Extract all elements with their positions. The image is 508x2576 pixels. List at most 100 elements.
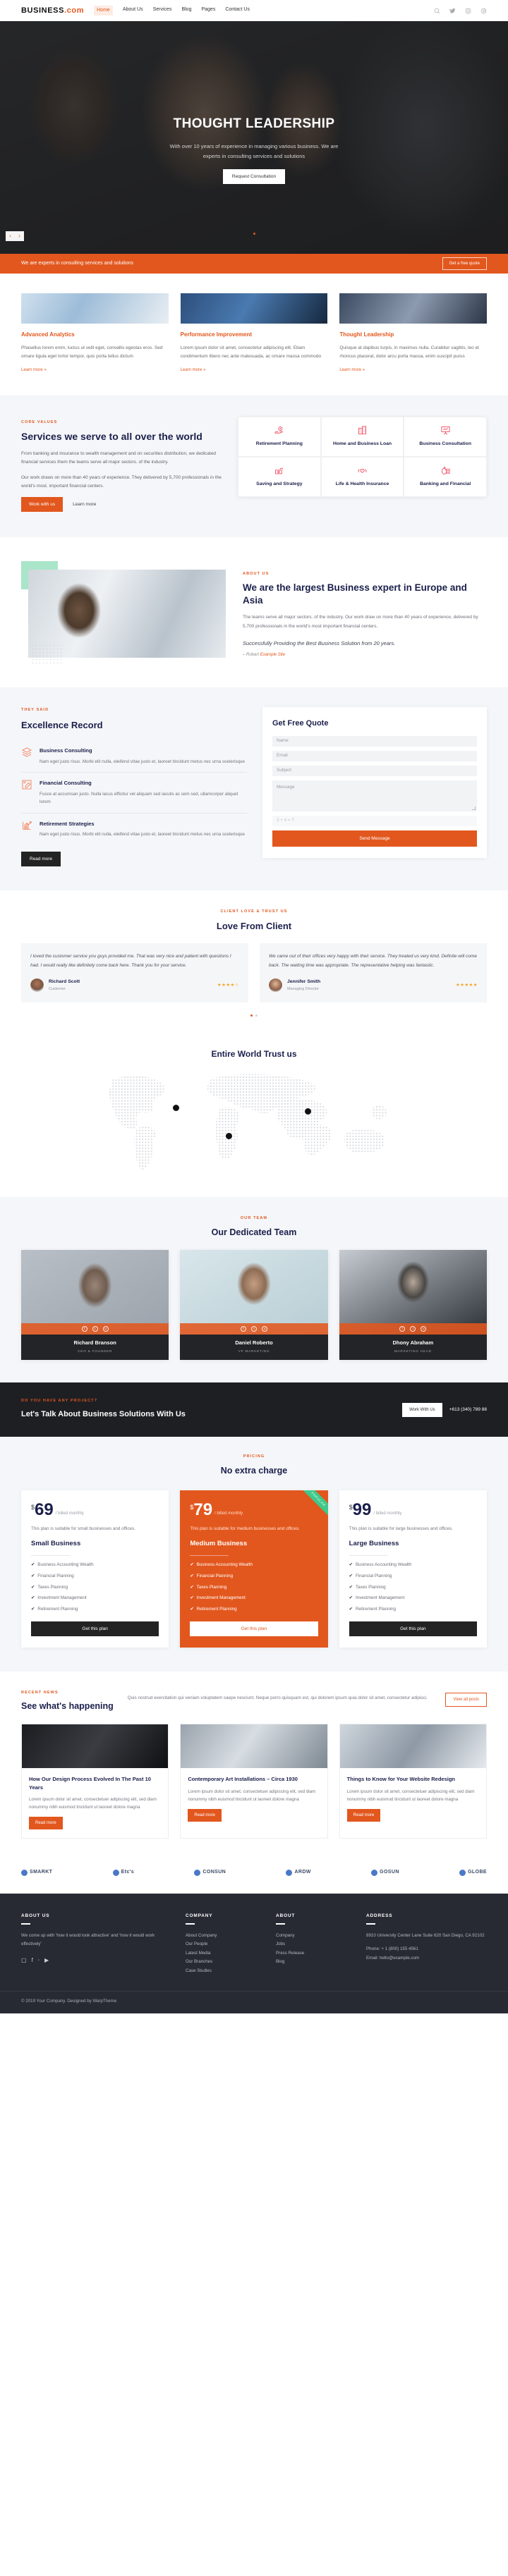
service-card-saving-and-strategy[interactable]: Saving and Strategy [238, 456, 321, 497]
plan-name: Small Business [31, 1540, 81, 1548]
service-label: Home and Business Loan [332, 441, 392, 446]
facebook-icon[interactable]: f [81, 1326, 87, 1332]
brand-logo[interactable]: GOSUN [371, 1868, 399, 1877]
service-card-banking-and-financial[interactable]: Banking and Financial [404, 456, 487, 497]
search-icon[interactable] [434, 8, 440, 14]
map-pin[interactable] [173, 1104, 179, 1111]
map-pin[interactable] [226, 1132, 232, 1139]
testimonial-pagination-dots[interactable] [21, 1012, 487, 1020]
team-member-name: Daniel Roberto [180, 1335, 328, 1349]
nav-item-about-us[interactable]: About Us [123, 6, 143, 16]
service-card-retirement-planning[interactable]: Retirement Planning [238, 416, 321, 457]
twitter-icon[interactable]: t [410, 1326, 416, 1332]
send-message-button[interactable]: Send Message [272, 830, 477, 847]
feature-learn-more-link[interactable]: Learn more » [181, 367, 206, 374]
twitter-icon[interactable]: t [92, 1326, 98, 1332]
brand-logo[interactable]: GLOBE [459, 1868, 487, 1877]
about-citation-link[interactable]: Example Site [260, 653, 285, 657]
footer-phone[interactable]: Phone: + 1 (800) 155 4561 [366, 1945, 485, 1954]
get-this-plan-button[interactable]: Get this plan [190, 1621, 318, 1636]
service-card-business-consultation[interactable]: Business Consultation [404, 416, 487, 457]
feature-card[interactable]: Advanced Analytics Phasellus lorem enim,… [21, 293, 169, 374]
team-member-card[interactable]: f t o Dhony Abraham MARKETING HEAD [339, 1250, 487, 1361]
nav-item-contact-us[interactable]: Contact Us [225, 6, 250, 16]
twitter-icon[interactable]: t [250, 1326, 257, 1332]
blog-read-more-button[interactable]: Read more [29, 1817, 63, 1830]
brand-logo[interactable]: CONSUN [194, 1868, 226, 1877]
service-card-life-health-insurance[interactable]: Life & Health Insurance [320, 456, 404, 497]
pricing-section: PRICING No extra charge $ 69 / billed mo… [0, 1437, 508, 1672]
feature-learn-more-link[interactable]: Learn more » [339, 367, 365, 374]
name-input[interactable]: Name [272, 736, 477, 747]
feature-thumbnail [180, 293, 328, 324]
excellence-read-more-button[interactable]: Read more [21, 851, 61, 866]
instagram-icon[interactable]: o [261, 1326, 267, 1332]
plan-feature: Investment Management [349, 1595, 477, 1602]
get-this-plan-button[interactable]: Get this plan [31, 1621, 159, 1636]
brand-logo[interactable]: SMARKT [21, 1868, 52, 1877]
get-this-plan-button[interactable]: Get this plan [349, 1621, 477, 1636]
brand-logo[interactable]: ARDW [286, 1868, 310, 1877]
feature-card[interactable]: Thought Leadership Quisque at dapibus tu… [339, 293, 488, 374]
footer-link-about-company[interactable]: About Company [186, 1932, 263, 1940]
get-free-quote-button[interactable]: Get a free quote [442, 257, 487, 271]
blog-post-card[interactable]: Things to Know for Your Website Redesign… [339, 1724, 487, 1839]
work-with-us-button[interactable]: Work with us [21, 497, 64, 513]
captcha-input[interactable]: 3 + 4 = ? [272, 816, 477, 827]
message-textarea[interactable]: Message [272, 780, 477, 812]
hero-dot[interactable] [253, 233, 255, 235]
footer-column-address: ADDRESS 8910 University Center Lane Suit… [366, 1912, 485, 1975]
blog-post-card[interactable]: Contemporary Art Installations – Circa 1… [180, 1724, 328, 1839]
site-logo[interactable]: BUSINESS.com [21, 4, 84, 18]
footer-email[interactable]: Email: hello@example.com [366, 1954, 485, 1963]
map-pin[interactable] [305, 1108, 311, 1115]
footer-link-case-studies[interactable]: Case Studies [186, 1967, 263, 1975]
services-learn-more-link[interactable]: Learn more [73, 501, 96, 508]
footer-link-our-people[interactable]: Our People [186, 1940, 263, 1949]
instagram-icon[interactable] [465, 8, 471, 14]
blog-post-card[interactable]: How Our Design Process Evolved In The Pa… [21, 1724, 169, 1839]
hero-slider: THOUGHT LEADERSHIP With over 10 years of… [0, 21, 508, 254]
cta-bar-text: We are experts in consulting services an… [21, 261, 134, 266]
twitter-icon[interactable] [449, 8, 456, 14]
facebook-icon[interactable]: f [32, 1956, 33, 1965]
nav-item-home[interactable]: Home [94, 6, 113, 16]
hero-pagination-dots[interactable] [0, 230, 508, 238]
instagram-icon[interactable]: o [421, 1326, 427, 1332]
nav-item-services[interactable]: Services [153, 6, 172, 16]
youtube-icon[interactable]: ▶ [44, 1956, 49, 1965]
facebook-icon[interactable]: f [399, 1326, 406, 1332]
team-member-card[interactable]: f t o Richard Branson CEO & FOUNDER [21, 1250, 169, 1361]
team-member-name: Dhony Abraham [339, 1335, 487, 1349]
footer-link-company[interactable]: Company [276, 1932, 353, 1940]
team-member-card[interactable]: f t o Daniel Roberto VP MARKETING [180, 1250, 328, 1361]
instagram-icon[interactable]: ▢ [21, 1956, 27, 1965]
blog-read-more-button[interactable]: Read more [346, 1808, 381, 1822]
footer-link-our-branches[interactable]: Our Branches [186, 1958, 263, 1966]
footer-link-press-release[interactable]: Press Release [276, 1949, 353, 1958]
feature-card[interactable]: Performance Improvement Lorem ipsum dolo… [180, 293, 328, 374]
blog-read-more-button[interactable]: Read more [188, 1808, 222, 1822]
service-card-home-business-loan[interactable]: Home and Business Loan [320, 416, 404, 457]
pinterest-icon[interactable] [480, 8, 487, 14]
service-label: Banking and Financial [420, 481, 471, 486]
feature-learn-more-link[interactable]: Learn more » [21, 367, 47, 374]
twitter-icon[interactable]: ⸱ [38, 1956, 40, 1965]
work-with-us-cta-button[interactable]: Work With Us [402, 1402, 442, 1417]
plan-description: This plan is suitable for large business… [349, 1526, 453, 1531]
facebook-icon[interactable]: f [240, 1326, 246, 1332]
nav-item-pages[interactable]: Pages [201, 6, 215, 16]
subject-input[interactable]: Subject [272, 766, 477, 777]
testimonial-dot[interactable] [250, 1014, 253, 1017]
dark-cta-phone[interactable]: +613 (340) 789 88 [449, 1406, 487, 1413]
instagram-icon[interactable]: o [102, 1326, 109, 1332]
testimonial-dot[interactable] [255, 1014, 258, 1017]
brand-logo[interactable]: Etc's [112, 1868, 134, 1877]
request-consultation-button[interactable]: Request Consultation [222, 169, 286, 185]
footer-link-latest-media[interactable]: Latest Media [186, 1949, 263, 1958]
view-all-posts-button[interactable]: View all posts [445, 1692, 487, 1707]
footer-link-jobs[interactable]: Jobs [276, 1940, 353, 1949]
email-input[interactable]: Email [272, 751, 477, 762]
nav-item-blog[interactable]: Blog [181, 6, 191, 16]
footer-link-blog[interactable]: Blog [276, 1958, 353, 1966]
